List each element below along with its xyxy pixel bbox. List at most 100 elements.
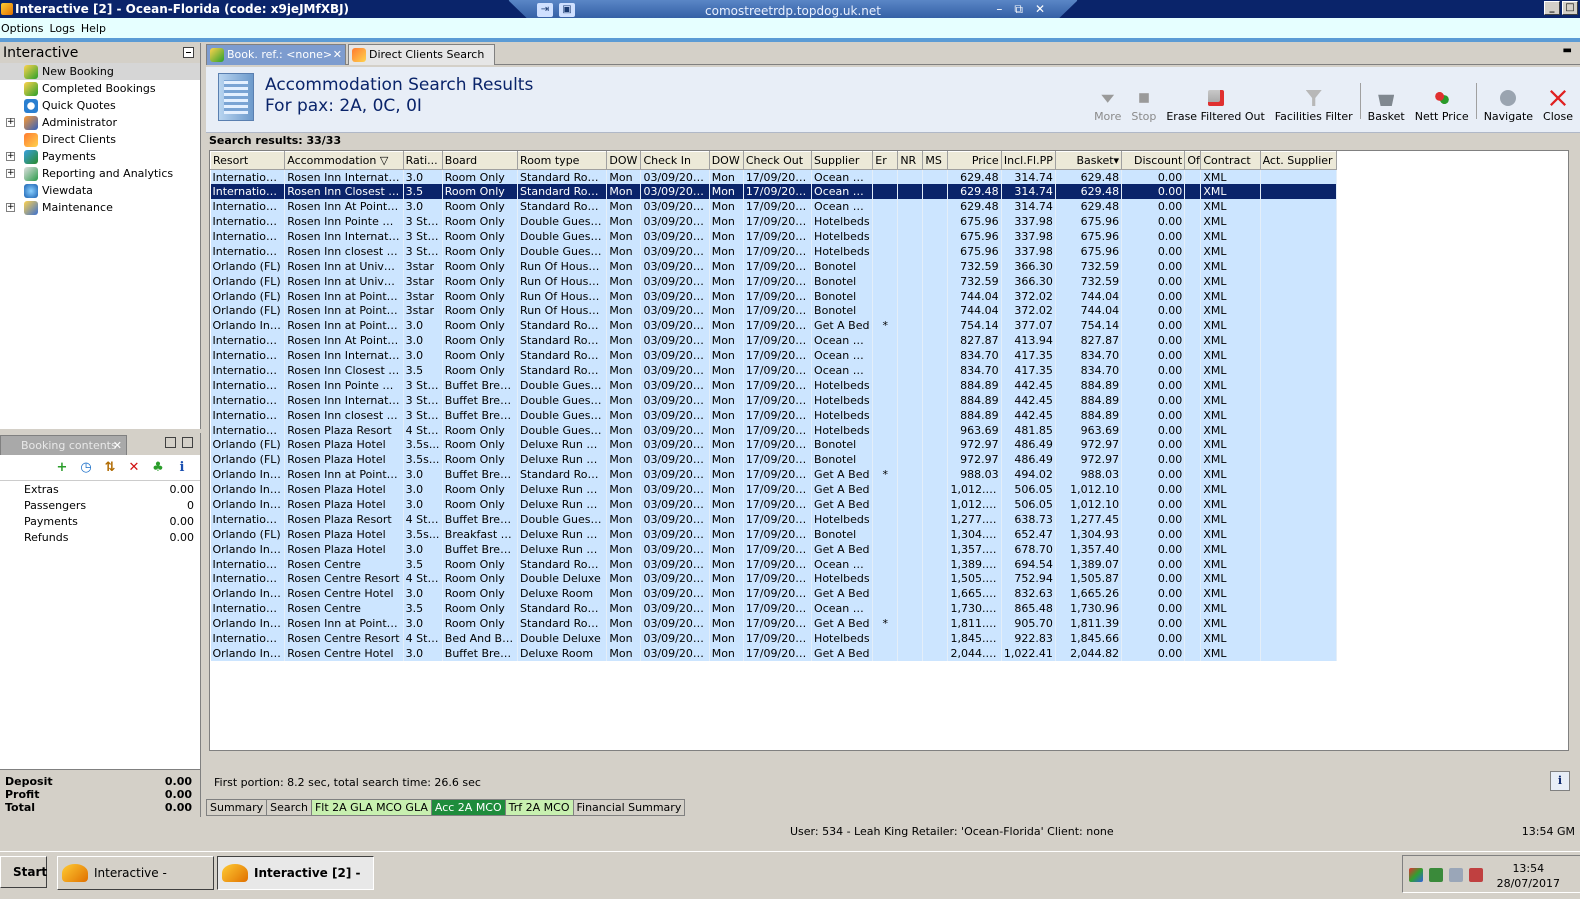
table-row[interactable]: Orlando Int... Rosen Centre Hotel 3.0 Room … bbox=[210, 586, 1338, 602]
table-row[interactable]: Internation... Rosen Centre 3.5 Room Only St… bbox=[210, 601, 1338, 617]
expand-icon[interactable]: + bbox=[6, 169, 15, 178]
volume-muted-icon[interactable] bbox=[1469, 868, 1483, 882]
table-row[interactable]: Orlando Int... Rosen Plaza Hotel 3.0 Room O… bbox=[210, 497, 1338, 512]
column-header[interactable]: Accommodation ▽ bbox=[284, 151, 404, 170]
column-header[interactable]: Incl.Fl.PP bbox=[1000, 151, 1056, 170]
column-header[interactable]: NR bbox=[897, 151, 924, 170]
table-row[interactable]: Internation... Rosen Inn International 3 S… bbox=[210, 392, 1338, 408]
nav-item-completed-bookings[interactable]: Completed Bookings bbox=[0, 80, 200, 97]
menu-options[interactable]: Options bbox=[0, 22, 48, 35]
tab-direct-clients-search[interactable]: Direct Clients Search bbox=[348, 44, 495, 65]
nav-item-direct-clients[interactable]: Direct Clients bbox=[0, 131, 200, 148]
printer-icon[interactable] bbox=[1449, 868, 1463, 882]
column-header[interactable]: Board bbox=[441, 151, 519, 170]
table-row[interactable]: Orlando (FL) Rosen Plaza Hotel 3.5s... Room… bbox=[210, 437, 1338, 453]
close-button[interactable]: Close bbox=[1538, 79, 1578, 123]
nav-item-maintenance[interactable]: + Maintenance bbox=[0, 199, 200, 216]
nav-item-new-booking[interactable]: New Booking bbox=[0, 63, 200, 80]
column-header[interactable]: Check Out bbox=[742, 151, 813, 170]
table-row[interactable]: Internation... Rosen Inn Internatio... 3.0… bbox=[210, 348, 1338, 364]
basket-button[interactable]: Basket bbox=[1363, 79, 1410, 123]
expand-icon[interactable]: + bbox=[6, 203, 15, 212]
nav-item-reporting-and-analytics[interactable]: + Reporting and Analytics bbox=[0, 165, 200, 182]
menu-help[interactable]: Help bbox=[80, 22, 111, 35]
column-header[interactable]: Resort bbox=[210, 151, 286, 170]
bottom-tab-search[interactable]: Search bbox=[267, 799, 312, 816]
nav-item-quick-quotes[interactable]: Quick Quotes bbox=[0, 97, 200, 114]
table-row[interactable]: Internation... Rosen Plaza Resort 4 Stars B… bbox=[210, 511, 1338, 527]
menu-logs[interactable]: Logs bbox=[48, 22, 79, 35]
nav-item-viewdata[interactable]: Viewdata bbox=[0, 182, 200, 199]
panel-window-buttons[interactable]: ▬ bbox=[1563, 45, 1572, 56]
rdp-minimize-icon[interactable]: – bbox=[996, 2, 1002, 17]
taskbar-item-interactive[interactable]: Interactive - Ocean-F... bbox=[57, 856, 214, 899]
column-header[interactable]: Er bbox=[872, 151, 899, 170]
table-row[interactable]: Orlando (FL) Rosen Plaza Hotel 3.5s... Room… bbox=[210, 452, 1338, 468]
table-row[interactable]: Orlando Int... Rosen Inn at Pointe ... 3.0… bbox=[210, 318, 1338, 334]
table-row[interactable]: Internation... Rosen Inn International 3 S… bbox=[210, 229, 1338, 244]
windows-flag-icon[interactable] bbox=[1409, 868, 1423, 882]
bottom-tab-trf-2a-mco[interactable]: Trf 2A MCO bbox=[505, 799, 574, 816]
minimize-button[interactable]: _ bbox=[1544, 1, 1560, 15]
tab-booking-ref[interactable]: Book. ref.: <none> ✕ bbox=[206, 44, 346, 65]
network-icon[interactable] bbox=[1429, 868, 1443, 882]
table-row[interactable]: Orlando Int... Rosen Plaza Hotel 3.0 Buffet… bbox=[210, 541, 1338, 557]
table-row[interactable]: Internation... Rosen Inn Closest to... 3.5… bbox=[210, 184, 1338, 200]
bottom-tab-flt-2a-gla-mco-gla[interactable]: Flt 2A GLA MCO GLA bbox=[311, 799, 432, 816]
table-row[interactable]: Orlando (FL) Rosen Plaza Hotel 3.5s... Brea… bbox=[210, 526, 1338, 542]
column-header[interactable]: DOW bbox=[606, 151, 642, 170]
column-header[interactable]: Contract bbox=[1200, 151, 1261, 170]
expand-icon[interactable]: + bbox=[6, 118, 15, 127]
system-clock[interactable]: 13:54 28/07/2017 bbox=[1497, 861, 1560, 891]
rdp-close-icon[interactable]: ✕ bbox=[1035, 2, 1045, 17]
collapse-icon[interactable] bbox=[183, 47, 194, 58]
table-row[interactable]: Orlando (FL) Rosen Inn at Pointe ... 3star… bbox=[210, 303, 1338, 319]
bottom-tab-summary[interactable]: Summary bbox=[206, 799, 268, 816]
table-row[interactable]: Internation... Rosen Plaza Resort 4 Stars R… bbox=[210, 422, 1338, 438]
palm-tree-icon[interactable]: ♣ bbox=[150, 460, 166, 475]
column-header[interactable]: Discount bbox=[1121, 151, 1186, 170]
rdp-restore-icon[interactable]: ⧉ bbox=[1014, 2, 1023, 17]
table-row[interactable]: Internation... Rosen Inn closest to ... 3 … bbox=[210, 407, 1338, 423]
table-row[interactable]: Internation... Rosen Inn Internatio... 3.0… bbox=[210, 169, 1338, 185]
table-row[interactable]: Orlando Int... Rosen Centre Hotel 3.0 Buffe… bbox=[210, 646, 1338, 661]
nav-item-administrator[interactable]: + Administrator bbox=[0, 114, 200, 131]
close-tab-icon[interactable]: ✕ bbox=[333, 45, 342, 65]
column-header[interactable]: DOW bbox=[708, 151, 744, 170]
add-icon[interactable]: + bbox=[54, 460, 70, 475]
column-header[interactable]: Of bbox=[1184, 151, 1202, 170]
table-row[interactable]: Orlando Int... Rosen Inn at Pointe ... 3.0… bbox=[210, 467, 1338, 483]
column-header[interactable]: Act. Supplier bbox=[1259, 151, 1338, 170]
table-row[interactable]: Internation... Rosen Inn Closest to... 3.5… bbox=[210, 363, 1338, 378]
table-row[interactable]: Orlando (FL) Rosen Inn at Universal 3star R… bbox=[210, 258, 1338, 274]
info-icon[interactable]: i bbox=[174, 460, 190, 475]
navigate-button[interactable]: Navigate bbox=[1479, 79, 1538, 123]
delete-icon[interactable]: ✕ bbox=[126, 460, 142, 475]
table-row[interactable]: Internation... Rosen Centre Resort 4 Stars… bbox=[210, 571, 1338, 587]
transfer-icon[interactable]: ⇅ bbox=[102, 460, 118, 475]
table-row[interactable]: Internation... Rosen Centre Resort 4 Stars… bbox=[210, 631, 1338, 646]
column-header[interactable]: Price bbox=[947, 151, 1002, 170]
table-row[interactable]: Orlando (FL) Rosen Inn at Pointe ... 3star… bbox=[210, 288, 1338, 304]
column-header[interactable]: Rati... bbox=[402, 151, 443, 170]
pin-icon[interactable]: ⇥ bbox=[537, 3, 553, 17]
table-row[interactable]: Orlando Int... Rosen Plaza Hotel 3.0 Room O… bbox=[210, 482, 1338, 498]
column-header[interactable]: Room type bbox=[517, 151, 608, 170]
maximize-button[interactable]: □ bbox=[1562, 1, 1578, 15]
table-row[interactable]: Internation... Rosen Centre 3.5 Room Only St… bbox=[210, 556, 1338, 572]
tab-booking-contents[interactable]: Booking contents ✕ bbox=[0, 435, 127, 455]
minimize-panel-icon[interactable] bbox=[165, 437, 176, 448]
clock-icon[interactable]: ◷ bbox=[78, 460, 94, 475]
facilities-filter-button[interactable]: Facilities Filter bbox=[1270, 79, 1358, 123]
maximize-panel-icon[interactable] bbox=[182, 437, 193, 448]
column-header[interactable]: Supplier bbox=[811, 151, 874, 170]
table-row[interactable]: Orlando (FL) Rosen Inn at Universal 3star R… bbox=[210, 273, 1338, 289]
nav-item-payments[interactable]: + Payments bbox=[0, 148, 200, 165]
table-row[interactable]: Internation... Rosen Inn At Pointe ... 3.0… bbox=[210, 199, 1338, 215]
close-tab-icon[interactable]: ✕ bbox=[113, 436, 122, 456]
column-header[interactable]: Check In bbox=[640, 151, 710, 170]
table-row[interactable]: Internation... Rosen Inn closest to ... 3 … bbox=[210, 243, 1338, 259]
bottom-tab-acc-2a-mco[interactable]: Acc 2A MCO bbox=[431, 799, 506, 816]
table-row[interactable]: Internation... Rosen Inn Pointe Orl... 3 S… bbox=[210, 214, 1338, 230]
table-row[interactable]: Internation... Rosen Inn At Pointe ... 3.0… bbox=[210, 333, 1338, 349]
